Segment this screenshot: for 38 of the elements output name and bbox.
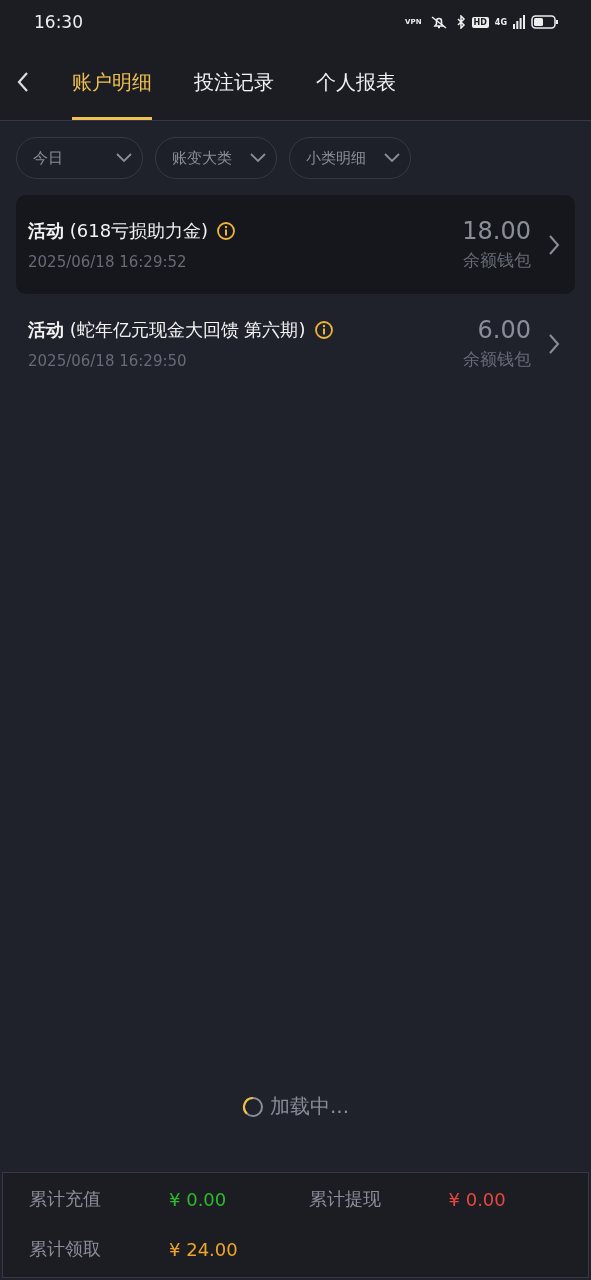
record-time: 2025/06/18 16:29:50: [28, 351, 188, 370]
filter-dropdown[interactable]: 今日: [16, 137, 143, 179]
tab[interactable]: 账户明细: [72, 44, 152, 120]
chevron-right-icon: [547, 233, 561, 256]
record-amount: 6.00: [477, 316, 531, 344]
info-icon[interactable]: [216, 220, 237, 241]
loading-text: 加载中...: [269, 1093, 350, 1120]
record-title: 活动 (蛇年亿元现金大回馈 第六期): [28, 317, 306, 342]
filter-dropdown[interactable]: 小类明细: [289, 137, 411, 179]
record-row[interactable]: 活动 (618亏损助力金) 2025/06/18 16:29:52 18.00 余额钱包: [16, 195, 575, 294]
chevron-right-icon: [547, 332, 561, 355]
loading-spinner-icon: [241, 1095, 264, 1118]
chevron-down-icon: [250, 153, 266, 163]
total-value: ¥ 24.00: [169, 1238, 238, 1260]
info-icon[interactable]: [313, 319, 334, 340]
hd-icon: HD: [471, 16, 489, 28]
wallet-label: 余额钱包: [463, 348, 531, 371]
record-amount: 18.00: [462, 217, 531, 245]
filter-dropdown[interactable]: 账变大类: [155, 137, 277, 179]
chevron-down-icon: [116, 153, 132, 163]
total-label: 累计领取: [29, 1237, 102, 1261]
battery-icon: [531, 15, 559, 29]
total-label: 累计提现: [308, 1187, 382, 1211]
tab[interactable]: 个人报表: [316, 44, 396, 120]
total-label: 累计充值: [29, 1187, 102, 1211]
signal-icon: [513, 15, 525, 29]
bluetooth-icon: [455, 15, 466, 29]
total-value: ¥ 0.00: [169, 1188, 227, 1210]
record-row[interactable]: 活动 (蛇年亿元现金大回馈 第六期) 2025/06/18 16:29:50 6.00 余额钱包: [16, 294, 575, 393]
wallet-label: 余额钱包: [463, 249, 531, 272]
chevron-down-icon: [384, 153, 400, 163]
record-title: 活动 (618亏损助力金): [28, 218, 209, 243]
record-time: 2025/06/18 16:29:52: [28, 252, 188, 271]
total-value: ¥ 0.00: [448, 1188, 506, 1210]
tab[interactable]: 投注记录: [194, 44, 274, 120]
network-label: 4G: [494, 17, 507, 27]
back-icon[interactable]: [16, 71, 30, 93]
status-time: 16:30: [34, 12, 83, 32]
